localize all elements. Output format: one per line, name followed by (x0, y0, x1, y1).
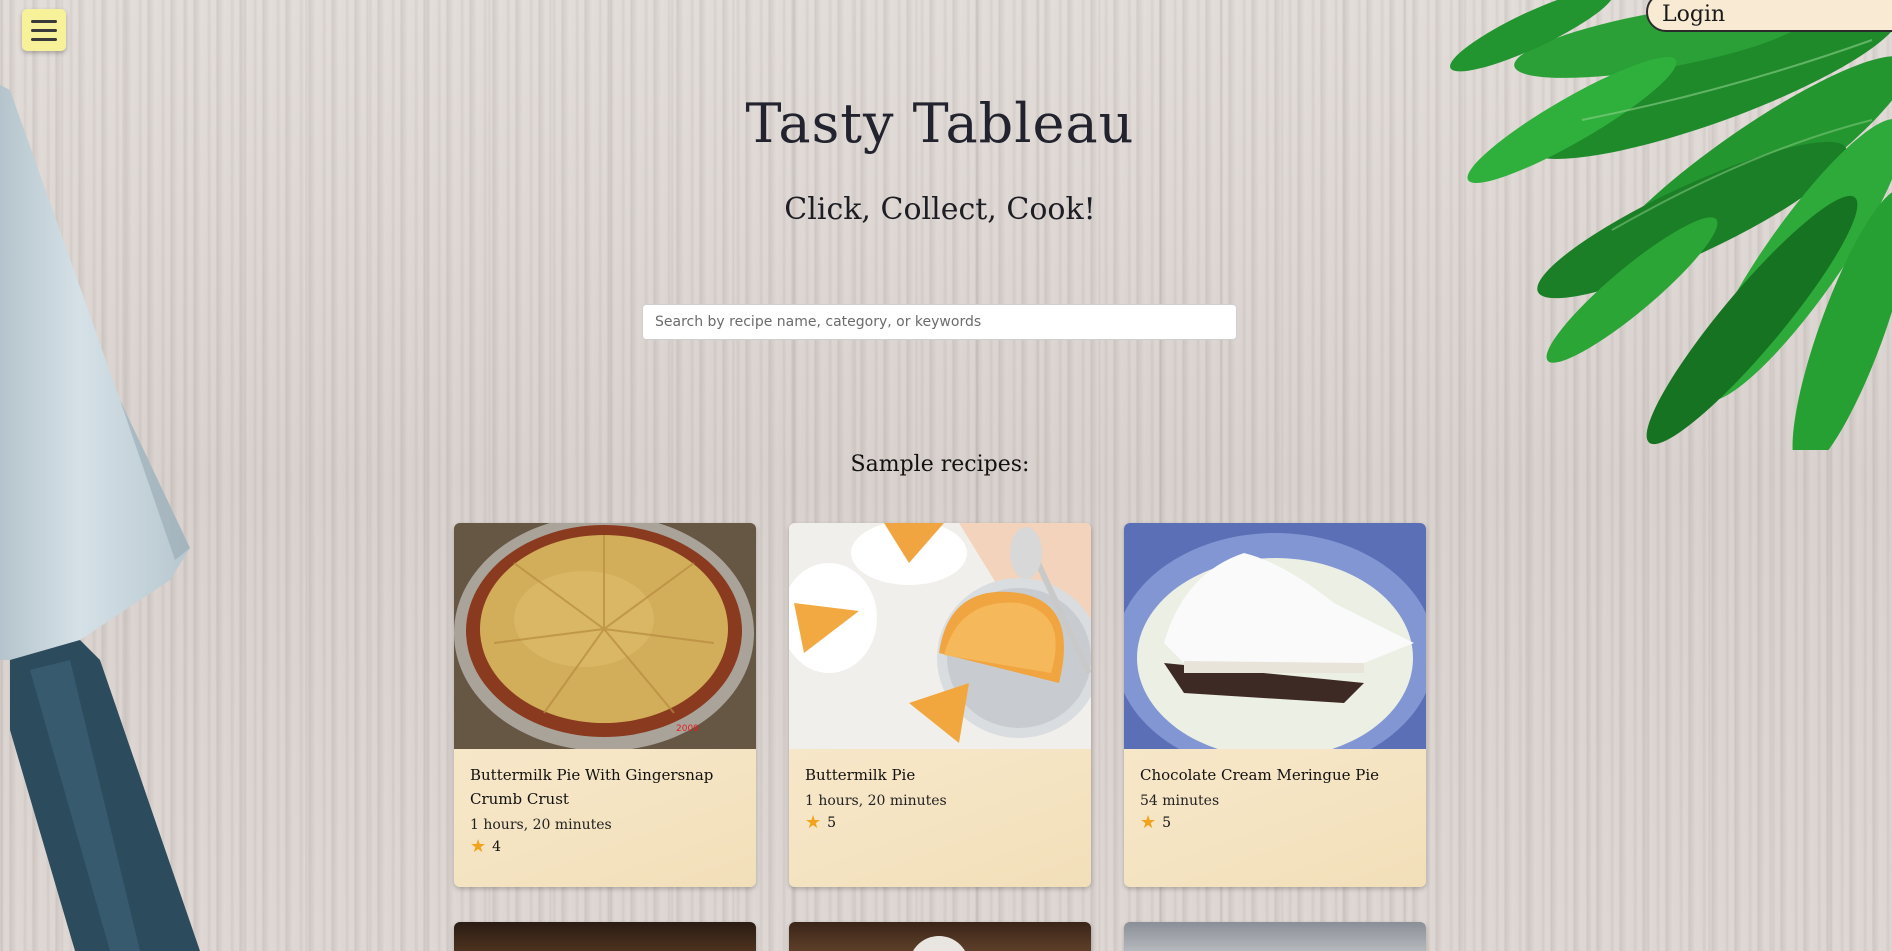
recipe-title: Buttermilk Pie With Gingersnap Crumb Cru… (470, 766, 714, 808)
recipe-card[interactable]: 2009 Buttermilk Pie With Gingersnap Crum… (454, 523, 756, 887)
recipe-card[interactable]: Chocolate Cream Meringue Pie 54 minutes … (1124, 523, 1426, 887)
recipe-card[interactable]: Buttermilk Pie 1 hours, 20 minutes ★ 5 (789, 523, 1091, 887)
recipe-image (789, 523, 1091, 749)
menu-button[interactable] (22, 9, 66, 51)
recipe-title: Buttermilk Pie (805, 766, 916, 784)
rating-value: 5 (1162, 815, 1172, 831)
sample-recipes-heading: Sample recipes: (850, 452, 1030, 477)
recipe-card[interactable] (1124, 922, 1426, 951)
rating-value: 5 (827, 815, 837, 831)
hamburger-menu-icon (31, 19, 57, 23)
star-icon: ★ (1140, 812, 1157, 833)
recipe-time: 1 hours, 20 minutes (470, 817, 612, 833)
recipe-rating: ★ 4 (470, 838, 740, 856)
star-icon: ★ (805, 812, 822, 833)
hamburger-menu-icon-bar (31, 28, 57, 32)
star-icon: ★ (470, 836, 487, 857)
site-title: Tasty Tableau (745, 92, 1135, 155)
recipe-time: 1 hours, 20 minutes (805, 793, 947, 809)
rating-value: 4 (492, 839, 502, 855)
search-input[interactable] (642, 304, 1237, 340)
recipe-rating: ★ 5 (1140, 814, 1410, 832)
tagline: Click, Collect, Cook! (784, 192, 1096, 227)
recipe-title: Chocolate Cream Meringue Pie (1140, 766, 1380, 784)
recipe-image (1124, 523, 1426, 749)
login-button[interactable]: Login (1646, 0, 1892, 32)
hamburger-menu-icon-bar (31, 37, 57, 41)
recipe-card[interactable] (454, 922, 756, 951)
recipe-time: 54 minutes (1140, 793, 1220, 809)
svg-text:2009: 2009 (676, 724, 699, 734)
recipe-image: 2009 (454, 523, 756, 749)
recipe-image (909, 936, 969, 951)
recipe-rating: ★ 5 (805, 814, 1075, 832)
recipe-card[interactable] (789, 922, 1091, 951)
